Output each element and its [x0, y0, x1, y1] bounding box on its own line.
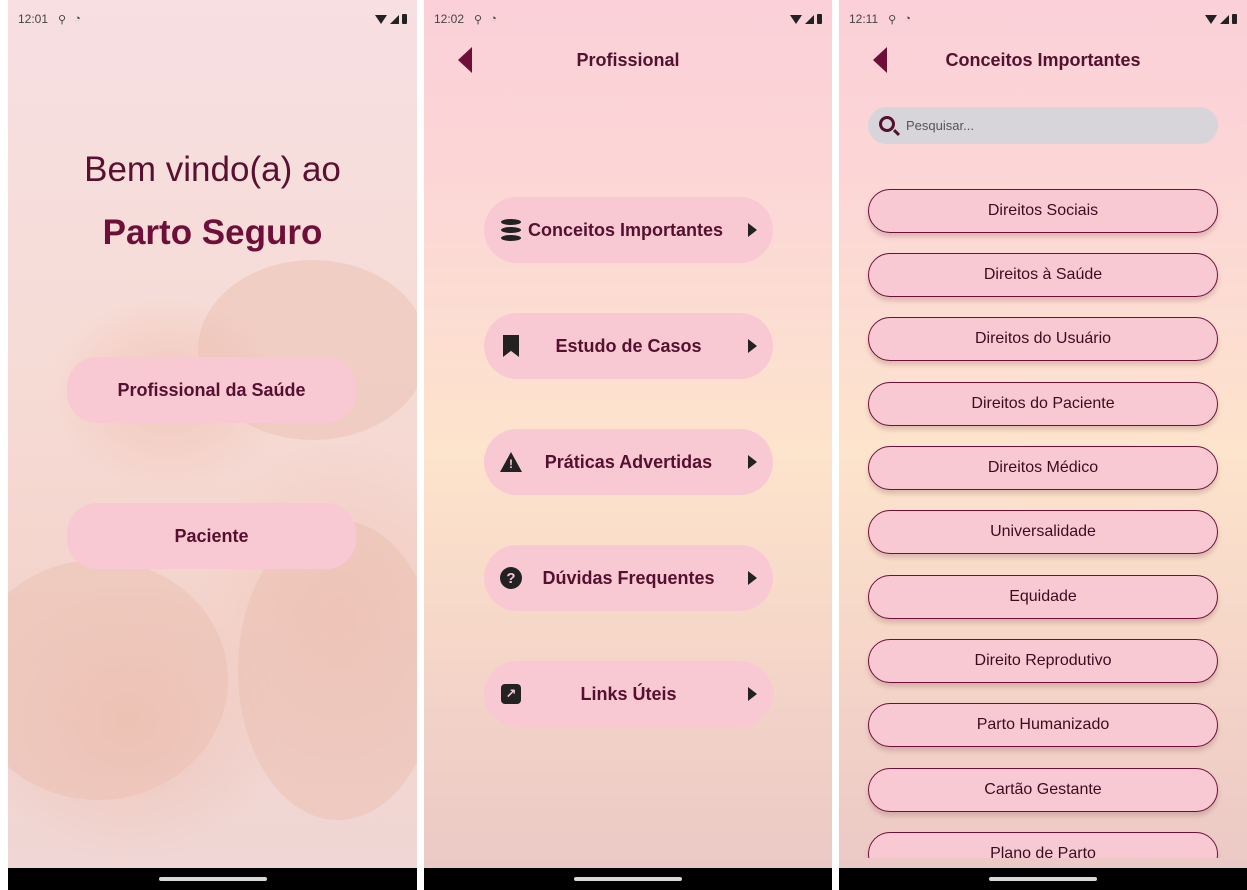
status-icons [790, 14, 822, 24]
menu-item-conceitos[interactable]: Conceitos Importantes [484, 197, 773, 263]
chevron-right-icon [748, 223, 757, 237]
page-title: Conceitos Importantes [945, 50, 1141, 70]
list-item[interactable]: Direitos do Usuário [868, 317, 1218, 361]
chevron-right-icon [748, 455, 757, 469]
list-item[interactable]: Direitos Médico [868, 446, 1218, 490]
list-item[interactable]: Direito Reprodutivo [868, 639, 1218, 683]
list-item[interactable]: Direitos do Paciente [868, 382, 1218, 426]
menu-item-label: Links Úteis [580, 683, 677, 704]
list-item[interactable]: Universalidade [868, 510, 1218, 554]
menu-item-praticas[interactable]: Práticas Advertidas [484, 429, 773, 495]
chevron-right-icon [748, 571, 757, 585]
battery-icon [1232, 14, 1237, 24]
usb-icon: ⚲ [474, 13, 483, 26]
signal-icon [805, 14, 814, 24]
hand-shape [8, 560, 228, 800]
menu-item-label: Práticas Advertidas [544, 451, 713, 472]
question-icon: ? [500, 566, 522, 590]
sync-icon: ◔ [904, 13, 911, 25]
sync-icon: ◔ [490, 13, 497, 25]
wifi-icon [790, 14, 802, 24]
status-bar: 12:01 ⚲ ◔ [8, 0, 417, 38]
signal-icon [1220, 14, 1229, 24]
battery-icon [817, 14, 822, 24]
list-item[interactable]: Parto Humanizado [868, 703, 1218, 747]
background-photo [8, 0, 417, 868]
status-icons [375, 14, 407, 24]
concepts-list[interactable]: Direitos Sociais Direitos à Saúde Direit… [839, 185, 1247, 858]
concepts-screen: 12:11 ⚲ ◔ Conceitos Importantes Direitos… [839, 0, 1247, 890]
search-input[interactable] [906, 115, 1196, 135]
list-item[interactable]: Plano de Parto [868, 832, 1218, 858]
chevron-right-icon [748, 339, 757, 353]
home-handle[interactable] [574, 877, 682, 881]
external-link-icon: ↗ [500, 682, 522, 706]
chevron-right-icon [748, 687, 757, 701]
professional-screen: 12:02 ⚲ ◔ Profissional Conceitos Importa… [424, 0, 832, 890]
status-bar: 12:02 ⚲ ◔ [424, 0, 832, 38]
menu-item-duvidas[interactable]: ? Dúvidas Frequentes [484, 545, 773, 611]
patient-button[interactable]: Paciente [67, 503, 356, 569]
list-item[interactable]: Direitos à Saúde [868, 253, 1218, 297]
professional-button[interactable]: Profissional da Saúde [67, 357, 356, 423]
menu-item-links[interactable]: ↗ Links Úteis [484, 661, 773, 727]
sync-icon: ◔ [74, 13, 81, 25]
search-icon [879, 116, 895, 132]
system-nav-bar [839, 868, 1247, 890]
system-nav-bar [424, 868, 832, 890]
battery-icon [402, 14, 407, 24]
welcome-screen: 12:01 ⚲ ◔ Bem vindo(a) ao Parto Seguro P… [8, 0, 417, 890]
welcome-text: Bem vindo(a) ao [84, 150, 341, 189]
menu-item-label: Conceitos Importantes [527, 219, 724, 240]
wifi-icon [375, 14, 387, 24]
list-item[interactable]: Direitos Sociais [868, 189, 1218, 233]
home-handle[interactable] [989, 877, 1097, 881]
list-item[interactable]: Equidade [868, 575, 1218, 619]
page-title: Profissional [576, 50, 680, 70]
status-bar: 12:11 ⚲ ◔ [839, 0, 1247, 38]
menu-item-label: Estudo de Casos [555, 335, 702, 356]
search-bar[interactable] [868, 107, 1218, 144]
status-time: 12:01 [18, 12, 49, 26]
home-handle[interactable] [158, 877, 267, 881]
usb-icon: ⚲ [58, 13, 67, 26]
menu-item-estudo[interactable]: Estudo de Casos [484, 313, 773, 379]
status-icons [1205, 14, 1237, 24]
usb-icon: ⚲ [888, 13, 897, 26]
status-time: 12:11 [849, 12, 879, 26]
wifi-icon [1205, 14, 1217, 24]
warning-icon [500, 450, 522, 474]
system-nav-bar [8, 868, 417, 890]
app-name: Parto Seguro [102, 213, 323, 252]
menu-item-label: Dúvidas Frequentes [542, 567, 715, 588]
status-time: 12:02 [434, 12, 465, 26]
list-item[interactable]: Cartão Gestante [868, 768, 1218, 812]
bookmark-icon [500, 334, 522, 358]
signal-icon [390, 14, 399, 24]
